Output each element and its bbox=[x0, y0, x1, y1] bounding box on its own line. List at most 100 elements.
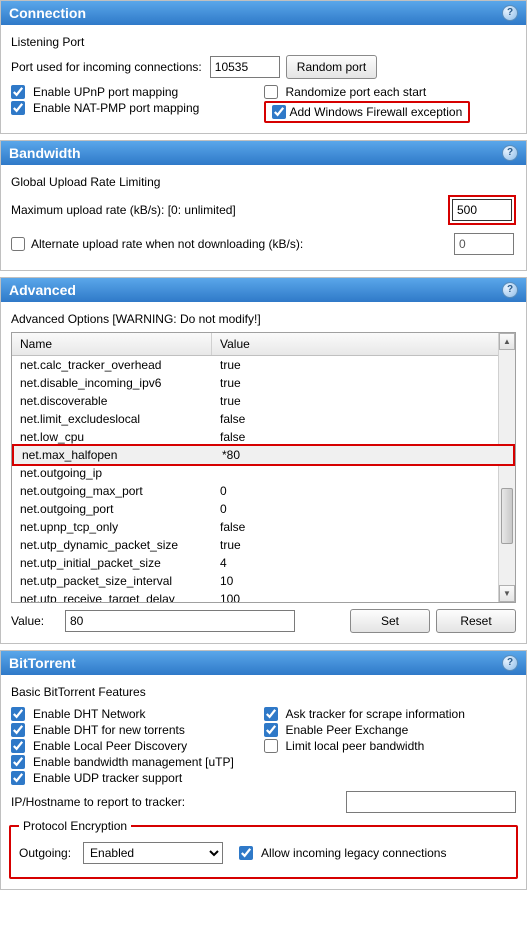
help-icon[interactable]: ? bbox=[502, 282, 518, 298]
advanced-title: Advanced bbox=[9, 282, 76, 298]
cell-name: net.upnp_tcp_only bbox=[12, 520, 212, 534]
enable-pex-label: Enable Peer Exchange bbox=[286, 723, 409, 737]
cell-value: 10 bbox=[212, 574, 515, 588]
cell-value: 4 bbox=[212, 556, 515, 570]
cell-value: true bbox=[212, 394, 515, 408]
cell-name: net.max_halfopen bbox=[14, 448, 214, 462]
table-row[interactable]: net.upnp_tcp_onlyfalse bbox=[12, 518, 515, 536]
cell-value: false bbox=[212, 520, 515, 534]
advanced-header: Advanced ? bbox=[1, 278, 526, 302]
cell-name: net.utp_receive_target_delay bbox=[12, 592, 212, 602]
alt-upload-checkbox[interactable] bbox=[11, 237, 25, 251]
enable-upnp-checkbox[interactable] bbox=[11, 85, 25, 99]
value-label: Value: bbox=[11, 614, 59, 628]
bandwidth-header: Bandwidth ? bbox=[1, 141, 526, 165]
scrollbar[interactable]: ▲ ▼ bbox=[498, 333, 515, 602]
advanced-warning: Advanced Options [WARNING: Do not modify… bbox=[11, 312, 516, 326]
enable-lpd-label: Enable Local Peer Discovery bbox=[33, 739, 187, 753]
limit-local-checkbox[interactable] bbox=[264, 739, 278, 753]
allow-legacy-label: Allow incoming legacy connections bbox=[261, 846, 446, 860]
connection-header: Connection ? bbox=[1, 1, 526, 25]
cell-value bbox=[212, 466, 515, 480]
cell-name: net.utp_dynamic_packet_size bbox=[12, 538, 212, 552]
cell-name: net.low_cpu bbox=[12, 430, 212, 444]
table-row[interactable]: net.utp_dynamic_packet_sizetrue bbox=[12, 536, 515, 554]
bandwidth-title: Bandwidth bbox=[9, 145, 81, 161]
enable-udp-tracker-checkbox[interactable] bbox=[11, 771, 25, 785]
col-name[interactable]: Name bbox=[12, 333, 212, 355]
table-row[interactable]: net.calc_tracker_overheadtrue bbox=[12, 356, 515, 374]
listening-port-label: Listening Port bbox=[11, 35, 516, 49]
enable-dht-checkbox[interactable] bbox=[11, 707, 25, 721]
bittorrent-panel: BitTorrent ? Basic BitTorrent Features E… bbox=[0, 650, 527, 890]
enable-udp-tracker-label: Enable UDP tracker support bbox=[33, 771, 182, 785]
connection-panel: Connection ? Listening Port Port used fo… bbox=[0, 0, 527, 134]
table-row[interactable]: net.max_halfopen*80 bbox=[12, 444, 515, 466]
enable-pex-checkbox[interactable] bbox=[264, 723, 278, 737]
cell-value: true bbox=[212, 538, 515, 552]
table-body: net.calc_tracker_overheadtruenet.disable… bbox=[12, 356, 515, 602]
cell-value: true bbox=[212, 358, 515, 372]
help-icon[interactable]: ? bbox=[502, 145, 518, 161]
scroll-down-icon[interactable]: ▼ bbox=[499, 585, 515, 602]
max-upload-label: Maximum upload rate (kB/s): [0: unlimite… bbox=[11, 203, 448, 217]
table-row[interactable]: net.outgoing_port0 bbox=[12, 500, 515, 518]
cell-name: net.utp_packet_size_interval bbox=[12, 574, 212, 588]
ip-host-input[interactable] bbox=[346, 791, 516, 813]
cell-name: net.limit_excludeslocal bbox=[12, 412, 212, 426]
max-upload-input[interactable] bbox=[452, 199, 512, 221]
alt-upload-label: Alternate upload rate when not downloadi… bbox=[31, 237, 452, 251]
outgoing-label: Outgoing: bbox=[19, 846, 71, 860]
cell-name: net.discoverable bbox=[12, 394, 212, 408]
set-button[interactable]: Set bbox=[350, 609, 430, 633]
col-value[interactable]: Value bbox=[212, 333, 515, 355]
ip-host-label: IP/Hostname to report to tracker: bbox=[11, 795, 185, 809]
advanced-table: Name Value net.calc_tracker_overheadtrue… bbox=[11, 332, 516, 603]
cell-name: net.disable_incoming_ipv6 bbox=[12, 376, 212, 390]
alt-upload-input[interactable] bbox=[454, 233, 514, 255]
bittorrent-title: BitTorrent bbox=[9, 655, 76, 671]
enable-dht-new-checkbox[interactable] bbox=[11, 723, 25, 737]
enable-dht-new-label: Enable DHT for new torrents bbox=[33, 723, 185, 737]
enable-dht-label: Enable DHT Network bbox=[33, 707, 146, 721]
protocol-encryption-group: Protocol Encryption Outgoing: Enabled Al… bbox=[9, 819, 518, 879]
cell-name: net.calc_tracker_overhead bbox=[12, 358, 212, 372]
reset-button[interactable]: Reset bbox=[436, 609, 516, 633]
cell-value: 100 bbox=[212, 592, 515, 602]
cell-value: *80 bbox=[214, 448, 513, 462]
bittorrent-header: BitTorrent ? bbox=[1, 651, 526, 675]
table-row[interactable]: net.utp_packet_size_interval10 bbox=[12, 572, 515, 590]
enable-lpd-checkbox[interactable] bbox=[11, 739, 25, 753]
port-used-label: Port used for incoming connections: bbox=[11, 60, 202, 74]
port-input[interactable] bbox=[210, 56, 280, 78]
scroll-thumb[interactable] bbox=[501, 488, 513, 544]
table-row[interactable]: net.disable_incoming_ipv6true bbox=[12, 374, 515, 392]
value-input[interactable] bbox=[65, 610, 295, 632]
table-row[interactable]: net.outgoing_max_port0 bbox=[12, 482, 515, 500]
ask-tracker-checkbox[interactable] bbox=[264, 707, 278, 721]
help-icon[interactable]: ? bbox=[502, 5, 518, 21]
basic-bt-label: Basic BitTorrent Features bbox=[11, 685, 516, 699]
randomize-port-checkbox[interactable] bbox=[264, 85, 278, 99]
add-firewall-label: Add Windows Firewall exception bbox=[290, 105, 463, 119]
enable-utp-checkbox[interactable] bbox=[11, 755, 25, 769]
table-row[interactable]: net.discoverabletrue bbox=[12, 392, 515, 410]
help-icon[interactable]: ? bbox=[502, 655, 518, 671]
add-firewall-checkbox[interactable] bbox=[272, 105, 286, 119]
table-row[interactable]: net.outgoing_ip bbox=[12, 464, 515, 482]
cell-value: false bbox=[212, 412, 515, 426]
protocol-encryption-label: Protocol Encryption bbox=[19, 819, 131, 833]
table-row[interactable]: net.limit_excludeslocalfalse bbox=[12, 410, 515, 428]
allow-legacy-checkbox[interactable] bbox=[239, 846, 253, 860]
cell-name: net.outgoing_ip bbox=[12, 466, 212, 480]
global-upload-label: Global Upload Rate Limiting bbox=[11, 175, 516, 189]
connection-title: Connection bbox=[9, 5, 86, 21]
scroll-up-icon[interactable]: ▲ bbox=[499, 333, 515, 350]
enable-utp-label: Enable bandwidth management [uTP] bbox=[33, 755, 234, 769]
enable-natpmp-checkbox[interactable] bbox=[11, 101, 25, 115]
table-row[interactable]: net.utp_initial_packet_size4 bbox=[12, 554, 515, 572]
table-row[interactable]: net.utp_receive_target_delay100 bbox=[12, 590, 515, 602]
randomize-port-label: Randomize port each start bbox=[286, 85, 427, 99]
outgoing-select[interactable]: Enabled bbox=[83, 842, 223, 864]
random-port-button[interactable]: Random port bbox=[286, 55, 377, 79]
